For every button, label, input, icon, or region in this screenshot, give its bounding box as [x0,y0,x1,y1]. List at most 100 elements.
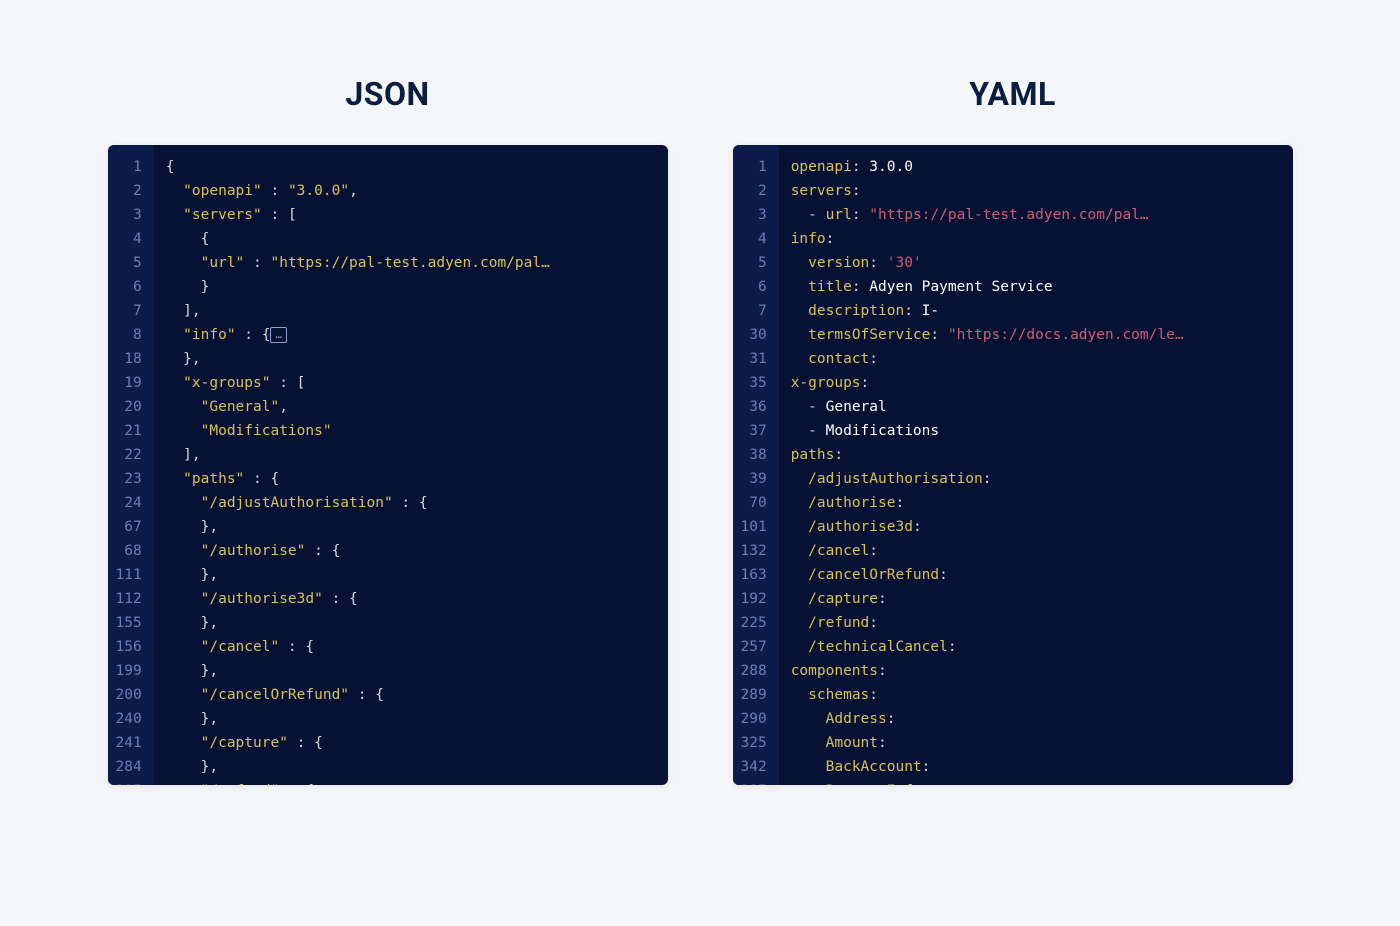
code-token: "/capture" [201,735,288,751]
line-number: 4 [116,227,144,251]
code-token: }, [166,351,201,367]
code-line[interactable]: "Modifications" [166,419,652,443]
code-line[interactable]: termsOfService: "https://docs.adyen.com/… [791,323,1277,347]
code-line[interactable]: "openapi" : "3.0.0", [166,179,652,203]
code-line[interactable]: BrowserInfo: [791,779,1277,785]
code-token: : { [244,471,279,487]
code-line[interactable]: components: [791,659,1277,683]
code-line[interactable]: /adjustAuthorisation: [791,467,1277,491]
code-line[interactable]: }, [166,515,652,539]
code-line[interactable]: }, [166,611,652,635]
code-line[interactable]: "/refund" : { [166,779,652,785]
code-line[interactable]: /technicalCancel: [791,635,1277,659]
code-line[interactable]: "/cancelOrRefund" : { [166,683,652,707]
code-line[interactable]: "paths" : { [166,467,652,491]
code-line[interactable]: /refund: [791,611,1277,635]
code-line[interactable]: ], [166,299,652,323]
line-number: 21 [116,419,144,443]
code-line[interactable]: /capture: [791,587,1277,611]
code-line[interactable]: }, [166,659,652,683]
code-token: : [834,447,843,463]
code-line[interactable]: - General [791,395,1277,419]
line-number: 6 [116,275,144,299]
code-line[interactable]: BackAccount: [791,755,1277,779]
code-token [791,327,808,343]
code-line[interactable]: Address: [791,707,1277,731]
code-token: Modifications [826,423,940,439]
code-line[interactable]: contact: [791,347,1277,371]
code-line[interactable]: "/adjustAuthorisation" : { [166,491,652,515]
code-line[interactable]: "/cancel" : { [166,635,652,659]
code-token: I- [922,303,939,319]
code-line[interactable]: ], [166,443,652,467]
code-line[interactable]: /authorise: [791,491,1277,515]
code-token: : { [349,687,384,703]
line-number: 2 [116,179,144,203]
yaml-line-gutter: 1234567303135363738397010113216319222525… [733,145,779,785]
line-number: 19 [116,371,144,395]
line-number: 225 [741,611,769,635]
code-line[interactable]: description: I- [791,299,1277,323]
code-token: /adjustAuthorisation [808,471,983,487]
code-line[interactable]: /authorise3d: [791,515,1277,539]
code-token: "/refund" [201,783,280,785]
line-number: 3 [741,203,769,227]
code-line[interactable]: "x-groups" : [ [166,371,652,395]
code-line[interactable]: version: '30' [791,251,1277,275]
code-line[interactable]: openapi: 3.0.0 [791,155,1277,179]
code-line[interactable]: Amount: [791,731,1277,755]
code-token [791,495,808,511]
line-number: 67 [116,515,144,539]
line-number: 342 [741,755,769,779]
line-number: 1 [116,155,144,179]
code-token: ], [166,303,201,319]
line-number: 240 [116,707,144,731]
json-code-area[interactable]: { "openapi" : "3.0.0", "servers" : [ { "… [154,145,668,785]
code-line[interactable]: }, [166,347,652,371]
code-line[interactable]: info: [791,227,1277,251]
code-token [791,351,808,367]
json-editor[interactable]: 1234567818192021222324676811111215515619… [108,145,668,785]
code-token: : [904,303,921,319]
code-line[interactable]: title: Adyen Payment Service [791,275,1277,299]
code-line[interactable]: } [166,275,652,299]
code-token: BackAccount [826,759,922,775]
code-token: : [852,207,869,223]
code-token: : { [279,783,314,785]
code-token: "https://pal-test.adyen.com/pal… [270,255,549,271]
code-line[interactable]: "General", [166,395,652,419]
code-line[interactable]: { [166,155,652,179]
code-line[interactable]: "servers" : [ [166,203,652,227]
code-line[interactable]: }, [166,563,652,587]
yaml-code-area[interactable]: openapi: 3.0.0servers: - url: "https://p… [779,145,1293,785]
code-line[interactable]: }, [166,707,652,731]
code-line[interactable]: "url" : "https://pal-test.adyen.com/pal… [166,251,652,275]
code-token: title [808,279,852,295]
code-token: { [166,159,175,175]
code-line[interactable]: "/authorise" : { [166,539,652,563]
code-line[interactable]: /cancelOrRefund: [791,563,1277,587]
code-token [791,255,808,271]
code-token: Amount [826,735,878,751]
line-number: 38 [741,443,769,467]
code-token: General [826,399,887,415]
code-line[interactable]: { [166,227,652,251]
code-line[interactable]: paths: [791,443,1277,467]
yaml-editor[interactable]: 1234567303135363738397010113216319222525… [733,145,1293,785]
line-number: 241 [116,731,144,755]
code-line[interactable]: "info" : {… [166,323,652,347]
code-line[interactable]: servers: [791,179,1277,203]
code-line[interactable]: - Modifications [791,419,1277,443]
code-line[interactable]: }, [166,755,652,779]
code-line[interactable]: - url: "https://pal-test.adyen.com/pal… [791,203,1277,227]
code-line[interactable]: /cancel: [791,539,1277,563]
code-line[interactable]: "/authorise3d" : { [166,587,652,611]
code-token: : [922,759,931,775]
code-line[interactable]: "/capture" : { [166,731,652,755]
code-line[interactable]: x-groups: [791,371,1277,395]
fold-indicator-icon[interactable]: … [270,327,287,343]
code-token: /authorise [808,495,895,511]
code-token: } [166,279,210,295]
line-number: 284 [116,755,144,779]
code-line[interactable]: schemas: [791,683,1277,707]
